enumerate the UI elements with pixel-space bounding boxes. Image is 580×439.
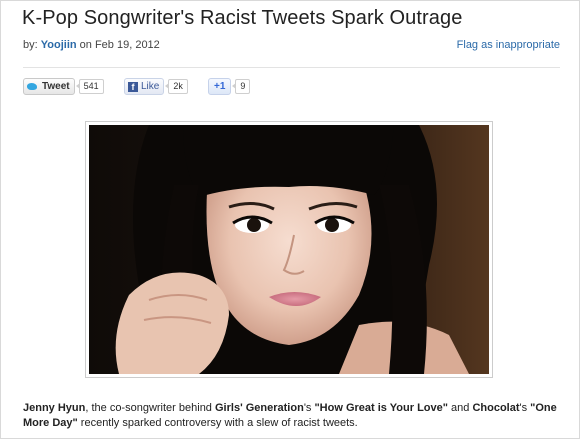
tweet-count: 541 [75, 79, 104, 94]
facebook-like-button[interactable]: f Like [124, 78, 165, 95]
article-frame: K-Pop Songwriter's Racist Tweets Spark O… [0, 0, 580, 439]
intro-text-3: and [447, 402, 473, 414]
plusone-button[interactable]: +1 [208, 78, 232, 95]
tweet-label: Tweet [42, 81, 70, 92]
song-title-1: "How Great is Your Love" [314, 402, 448, 414]
flag-inappropriate-link[interactable]: Flag as inappropriate [457, 39, 560, 51]
person-name: Jenny Hyun [23, 402, 86, 414]
header-divider [23, 67, 560, 68]
publish-date: on Feb 19, 2012 [79, 39, 160, 51]
plusone-count: 9 [232, 79, 251, 94]
group-name-2: Chocolat [472, 402, 520, 414]
author-link[interactable]: Yoojiin [41, 39, 77, 51]
byline-prefix: by: [23, 39, 38, 51]
intro-text-2: 's [303, 402, 315, 414]
intro-text-4: 's [519, 402, 531, 414]
tweet-button[interactable]: Tweet [23, 78, 75, 95]
twitter-bird-icon [27, 82, 39, 91]
google-plusone-share: +1 9 [208, 78, 251, 95]
portrait-photo-icon [89, 125, 489, 374]
like-label: Like [141, 81, 160, 92]
intro-text-1: , the co-songwriter behind [85, 402, 215, 414]
byline: by: Yoojiin on Feb 19, 2012 [23, 39, 160, 51]
like-count: 2k [165, 79, 188, 94]
group-name-1: Girls' Generation [215, 402, 304, 414]
facebook-icon: f [128, 81, 138, 92]
article-title: K-Pop Songwriter's Racist Tweets Spark O… [22, 7, 463, 29]
article-intro: Jenny Hyun, the co-songwriter behind Gir… [23, 401, 563, 431]
article-photo [85, 121, 493, 378]
tweet-share: Tweet 541 [23, 78, 104, 95]
facebook-share: f Like 2k [124, 78, 188, 95]
intro-text-5: recently sparked controversy with a slew… [77, 417, 358, 429]
